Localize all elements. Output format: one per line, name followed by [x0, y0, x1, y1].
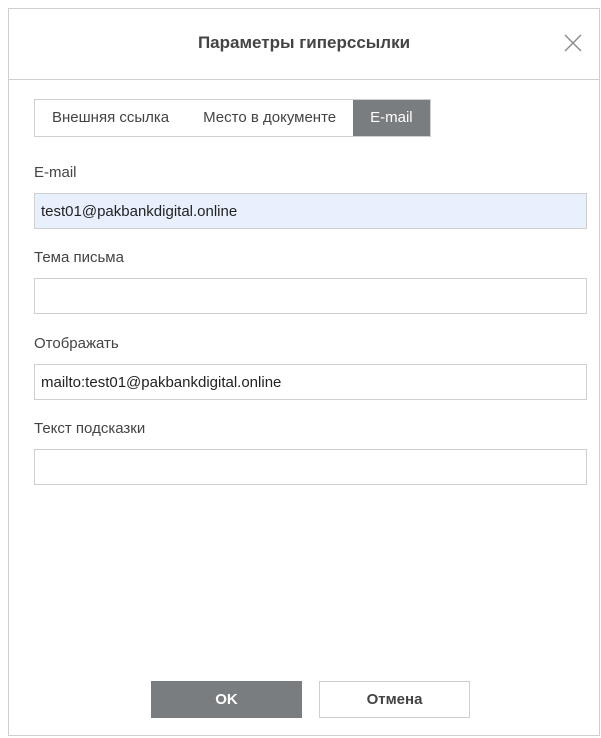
- hyperlink-settings-dialog: Параметры гиперссылки Внешняя ссылка Мес…: [8, 8, 600, 736]
- ok-button[interactable]: OK: [151, 681, 302, 718]
- tooltip-label: Текст подсказки: [34, 420, 146, 437]
- tab-external-link[interactable]: Внешняя ссылка: [35, 100, 186, 136]
- subject-field[interactable]: [34, 278, 587, 314]
- dialog-title: Параметры гиперссылки: [197, 33, 411, 52]
- tooltip-field[interactable]: [34, 449, 587, 485]
- email-label: E-mail: [34, 164, 77, 181]
- subject-label: Тема письма: [34, 249, 124, 266]
- tab-place-in-document[interactable]: Место в документе: [186, 100, 353, 136]
- cancel-button[interactable]: Отмена: [319, 681, 470, 718]
- email-field[interactable]: [34, 193, 587, 229]
- link-type-tabs: Внешняя ссылка Место в документе E-mail: [34, 99, 431, 137]
- close-icon[interactable]: [561, 31, 585, 55]
- display-field[interactable]: [34, 364, 587, 400]
- tab-email[interactable]: E-mail: [353, 100, 430, 136]
- display-label: Отображать: [34, 335, 119, 352]
- dialog-header: Параметры гиперссылки: [9, 9, 599, 80]
